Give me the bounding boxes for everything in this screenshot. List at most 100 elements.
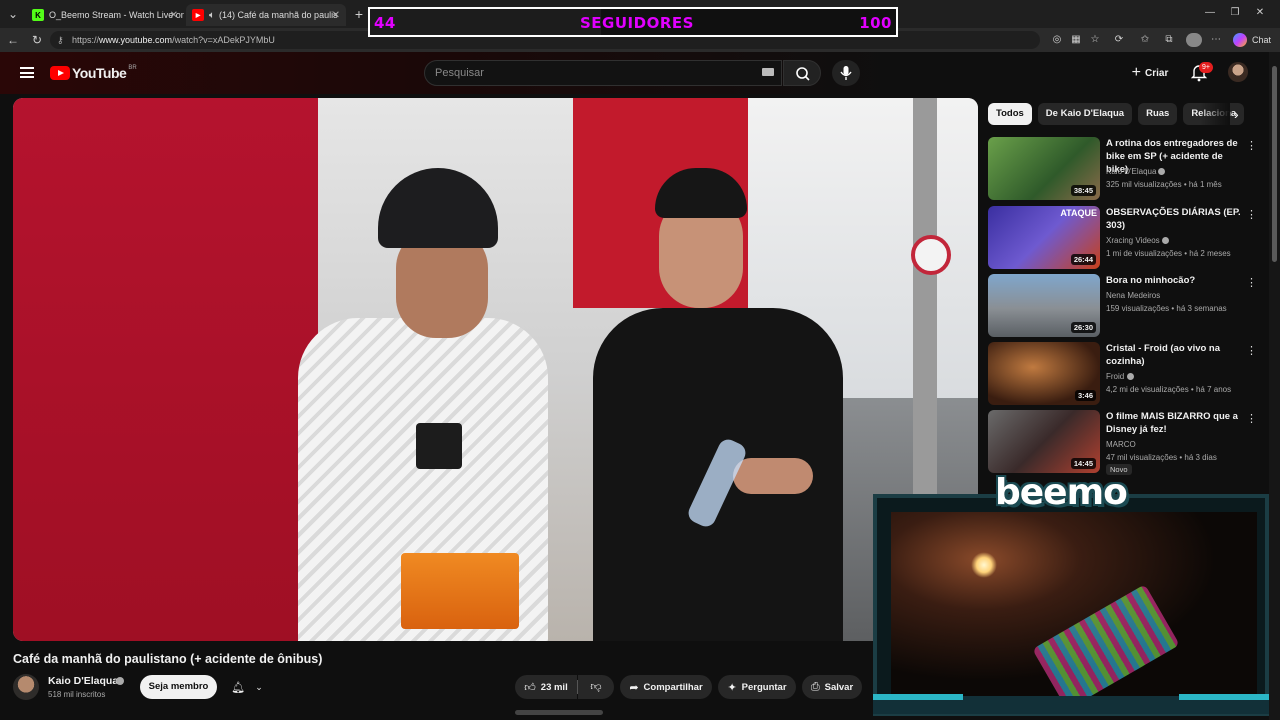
ask-button[interactable]: ✦ Perguntar — [718, 675, 796, 699]
ask-label: Perguntar — [741, 681, 787, 693]
more-options-icon[interactable]: ⋮ — [1246, 412, 1257, 425]
new-tab-plus-icon[interactable]: + — [352, 7, 366, 21]
site-info-icon[interactable]: ⚷ — [57, 31, 64, 49]
chip-channel[interactable]: De Kaio D'Elaqua — [1037, 103, 1133, 125]
more-options-icon[interactable]: ⋮ — [1246, 139, 1257, 152]
recommended-video[interactable]: ATAQUE 26:44 OBSERVAÇÕES DIÁRIAS (EP. 30… — [988, 206, 1258, 270]
dislike-button[interactable]: 👎︎ — [578, 675, 614, 699]
thumbnail-caption: ATAQUE — [1060, 208, 1097, 218]
region-code: BR — [128, 65, 137, 71]
video-meta: 4,2 mi de visualizações • há 7 anos — [1106, 385, 1232, 394]
tab-menu-chevron-icon[interactable]: ⌄ — [6, 7, 20, 21]
shirt-logo — [416, 423, 462, 469]
copilot-icon[interactable] — [1233, 33, 1247, 47]
profile-icon[interactable] — [1186, 33, 1202, 47]
chip-streets[interactable]: Ruas — [1138, 103, 1178, 125]
recommended-video[interactable]: 26:30 Bora no minhocão? Nena Medeiros 15… — [988, 274, 1258, 338]
video-person-right — [593, 168, 853, 641]
youtube-header: YouTube BR Pesquisar + Criar 9+ — [0, 52, 1270, 94]
horizontal-scrollbar[interactable] — [515, 710, 603, 715]
person-arm — [733, 458, 813, 494]
window-close-icon[interactable]: ✕ — [1253, 6, 1267, 20]
channel-name[interactable]: Kaio D'Elaqua — [1106, 167, 1156, 176]
close-icon[interactable]: ✕ — [170, 10, 178, 21]
chevron-down-icon: ⌄ — [255, 681, 263, 692]
more-options-icon[interactable]: ⋮ — [1246, 344, 1257, 357]
notification-count-badge: 9+ — [1199, 62, 1213, 73]
channel-name[interactable]: MARCO — [1106, 440, 1136, 449]
video-thumbnail[interactable]: ATAQUE 26:44 — [988, 206, 1100, 269]
youtube-logo[interactable]: YouTube BR — [50, 65, 137, 81]
tab-kick-stream[interactable]: K O_Beemo Stream - Watch Live on ✕ — [26, 4, 184, 26]
duration-badge: 3:46 — [1074, 390, 1096, 401]
verified-icon — [1162, 237, 1169, 244]
sparkle-icon: ✦ — [727, 681, 737, 694]
collections-icon[interactable]: ⧉ — [1162, 33, 1176, 47]
webcam-overlay — [873, 490, 1269, 716]
restore-icon[interactable]: ❐ — [1228, 6, 1242, 20]
more-menu-icon[interactable]: ⋯ — [1209, 33, 1223, 47]
url-host: www.youtube.com — [99, 35, 173, 45]
chat-label[interactable]: Chat — [1252, 35, 1271, 45]
subscription-bell-button[interactable]: 🔔︎ ⌄ — [222, 675, 272, 699]
video-meta: 159 visualizações • há 3 semanas — [1106, 304, 1227, 313]
video-thumbnail[interactable]: 38:45 — [988, 137, 1100, 200]
video-title[interactable]: Bora no minhocão? — [1106, 274, 1242, 287]
channel-avatar[interactable] — [13, 674, 39, 700]
video-title[interactable]: O filme MAIS BIZARRO que a Disney já fez… — [1106, 410, 1242, 436]
person-hair — [655, 168, 747, 218]
share-button[interactable]: ➦ Compartilhar — [620, 675, 712, 699]
youtube-play-icon — [50, 66, 70, 80]
tab-youtube-video[interactable]: ▶ 🔈︎ (14) Café da manhã do paulis ✕ — [186, 4, 346, 26]
video-player[interactable] — [13, 98, 978, 641]
person-cap — [378, 168, 498, 248]
app-icon[interactable]: ▦ — [1069, 33, 1083, 47]
refresh-extension-icon[interactable]: ⟳ — [1112, 33, 1126, 47]
channel-name[interactable]: Nena Medeiros — [1106, 291, 1160, 300]
chevron-right-icon[interactable]: › — [1234, 106, 1239, 122]
webcam-lamp — [971, 552, 997, 578]
verified-icon — [116, 677, 124, 685]
page-scrollbar[interactable] — [1269, 52, 1280, 720]
speaker-icon[interactable]: 🔈︎ — [209, 10, 215, 21]
kick-icon: K — [32, 9, 44, 21]
join-button[interactable]: Seja membro — [140, 675, 217, 699]
more-options-icon[interactable]: ⋮ — [1246, 208, 1257, 221]
video-title[interactable]: Cristal - Froid (ao vivo na cozinha) — [1106, 342, 1242, 368]
plus-icon: + — [1131, 64, 1141, 81]
channel-name[interactable]: Xracing Videos — [1106, 236, 1160, 245]
search-input[interactable]: Pesquisar — [424, 60, 782, 86]
favorite-star-icon[interactable]: ☆ — [1088, 33, 1102, 47]
voice-search-button[interactable] — [832, 60, 860, 86]
account-avatar[interactable] — [1228, 62, 1248, 82]
favorites-icon[interactable]: ✩ — [1138, 33, 1152, 47]
video-thumbnail[interactable]: 14:45 — [988, 410, 1100, 473]
back-icon[interactable]: ← — [6, 33, 20, 47]
youtube-wordmark: YouTube — [72, 65, 127, 81]
recommended-video[interactable]: 14:45 O filme MAIS BIZARRO que a Disney … — [988, 410, 1258, 475]
close-icon[interactable]: ✕ — [332, 10, 340, 21]
url-path: /watch?v=xADekPJYMbU — [172, 35, 275, 45]
channel-name[interactable]: Froid — [1106, 372, 1124, 381]
channel-name[interactable]: Kaio D'Elaqua — [48, 675, 118, 687]
video-thumbnail[interactable]: 26:30 — [988, 274, 1100, 337]
search-button[interactable] — [783, 60, 821, 86]
thumbs-down-icon: 👎︎ — [590, 681, 602, 693]
more-options-icon[interactable]: ⋮ — [1246, 276, 1257, 289]
recommended-video[interactable]: 38:45 A rotina dos entregadores de bike … — [988, 137, 1258, 201]
translate-icon[interactable]: ◎ — [1050, 33, 1064, 47]
keyboard-icon[interactable] — [762, 68, 774, 76]
scrollbar-thumb[interactable] — [1272, 66, 1277, 262]
menu-hamburger-icon[interactable] — [20, 67, 34, 78]
reload-icon[interactable]: ↻ — [30, 33, 44, 47]
like-button[interactable]: 👍︎ 23 mil — [515, 675, 577, 699]
minimize-icon[interactable]: — — [1203, 6, 1217, 20]
create-button[interactable]: + Criar — [1122, 61, 1178, 85]
save-button[interactable]: ⎙ Salvar — [802, 675, 862, 699]
recommended-video[interactable]: 3:46 Cristal - Froid (ao vivo na cozinha… — [988, 342, 1258, 406]
video-title[interactable]: OBSERVAÇÕES DIÁRIAS (EP. 303) — [1106, 206, 1242, 232]
video-scene-traffic-sign — [911, 235, 951, 275]
chip-all[interactable]: Todos — [988, 103, 1032, 125]
video-thumbnail[interactable]: 3:46 — [988, 342, 1100, 405]
verified-icon — [1158, 168, 1165, 175]
